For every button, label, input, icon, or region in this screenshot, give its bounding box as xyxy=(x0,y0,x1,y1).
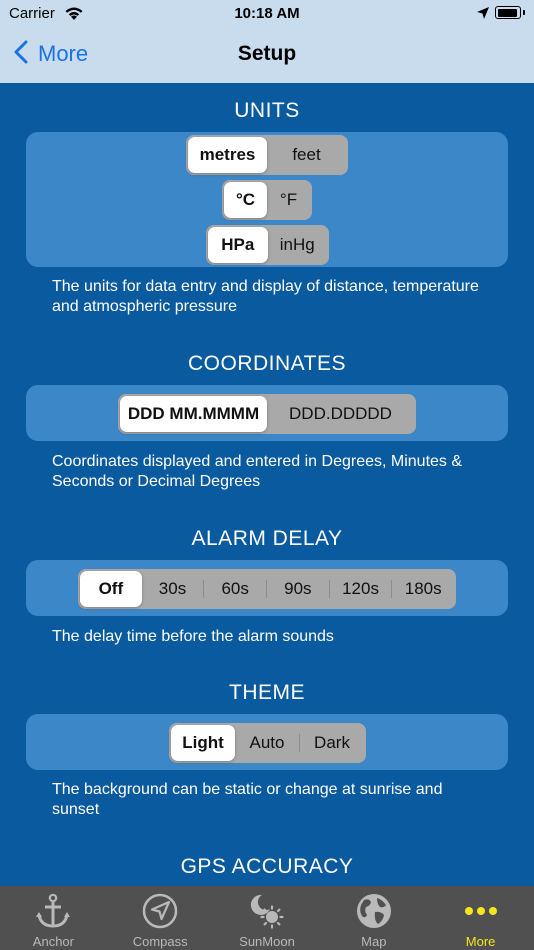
coordinate-option-dms[interactable]: DDD MM.MMMM xyxy=(120,396,267,432)
coordinate-format-control: DDD MM.MMMM DDD.DDDDD xyxy=(118,394,416,434)
theme-option-auto[interactable]: Auto xyxy=(235,725,299,761)
delay-option-90s[interactable]: 90s xyxy=(267,571,329,607)
tab-anchor[interactable]: Anchor xyxy=(0,886,107,950)
coordinates-section-title: COORDINATES xyxy=(188,352,346,375)
tab-label: More xyxy=(465,934,496,949)
tab-more[interactable]: More xyxy=(427,886,534,950)
units-card: metres feet °C °F HPa inHg xyxy=(26,132,508,267)
theme-option-light[interactable]: Light xyxy=(171,725,235,761)
tab-sunmoon[interactable]: SunMoon xyxy=(214,886,321,950)
compass-icon xyxy=(140,892,180,930)
globe-icon xyxy=(354,892,394,930)
units-section-title: UNITS xyxy=(234,99,300,122)
coordinate-option-decimal[interactable]: DDD.DDDDD xyxy=(267,396,414,432)
alarm-delay-control: Off 30s 60s 90s 120s 180s xyxy=(78,569,456,609)
status-bar: Carrier 10:18 AM xyxy=(0,0,534,28)
units-description: The units for data entry and display of … xyxy=(52,278,479,315)
tab-bar: Anchor Compass SunMoon Map More xyxy=(0,886,534,950)
tab-label: SunMoon xyxy=(239,934,295,949)
delay-option-180s[interactable]: 180s xyxy=(392,571,454,607)
coordinates-description: Coordinates displayed and entered in Deg… xyxy=(52,453,463,490)
theme-card: Light Auto Dark xyxy=(26,714,508,770)
alarm-delay-card: Off 30s 60s 90s 120s 180s xyxy=(26,560,508,616)
pressure-unit-control: HPa inHg xyxy=(206,225,329,265)
temperature-option-celsius[interactable]: °C xyxy=(224,182,267,218)
coordinates-card: DDD MM.MMMM DDD.DDDDD xyxy=(26,385,508,441)
pressure-option-hpa[interactable]: HPa xyxy=(208,227,268,263)
more-dots-icon xyxy=(461,892,501,930)
theme-option-dark[interactable]: Dark xyxy=(300,725,364,761)
tab-label: Map xyxy=(361,934,387,949)
delay-option-60s[interactable]: 60s xyxy=(204,571,266,607)
alarm-delay-description: The delay time before the alarm sounds xyxy=(52,628,334,645)
delay-option-120s[interactable]: 120s xyxy=(330,571,392,607)
top-bar: Carrier 10:18 AM More Setup xyxy=(0,0,534,83)
battery-icon xyxy=(495,6,525,19)
status-time: 10:18 AM xyxy=(234,5,300,22)
distance-unit-control: metres feet xyxy=(186,135,348,175)
pressure-option-inhg[interactable]: inHg xyxy=(268,227,328,263)
theme-description: The background can be static or change a… xyxy=(52,781,443,818)
tab-label: Compass xyxy=(132,934,188,949)
tab-label: Anchor xyxy=(32,934,74,949)
location-arrow-icon xyxy=(476,6,490,25)
theme-section-title: THEME xyxy=(229,681,305,704)
delay-option-30s[interactable]: 30s xyxy=(142,571,204,607)
temperature-option-fahrenheit[interactable]: °F xyxy=(267,182,310,218)
page-title: Setup xyxy=(237,42,297,65)
distance-option-metres[interactable]: metres xyxy=(188,137,267,173)
temperature-unit-control: °C °F xyxy=(222,180,312,220)
distance-option-feet[interactable]: feet xyxy=(267,137,346,173)
gps-accuracy-section-title: GPS ACCURACY xyxy=(180,855,354,878)
tab-compass[interactable]: Compass xyxy=(107,886,214,950)
alarm-delay-section-title: ALARM DELAY xyxy=(191,527,343,550)
delay-option-off[interactable]: Off xyxy=(80,571,142,607)
sun-moon-icon xyxy=(247,892,287,930)
tab-map[interactable]: Map xyxy=(320,886,427,950)
anchor-icon xyxy=(33,892,73,930)
theme-control: Light Auto Dark xyxy=(169,723,366,763)
